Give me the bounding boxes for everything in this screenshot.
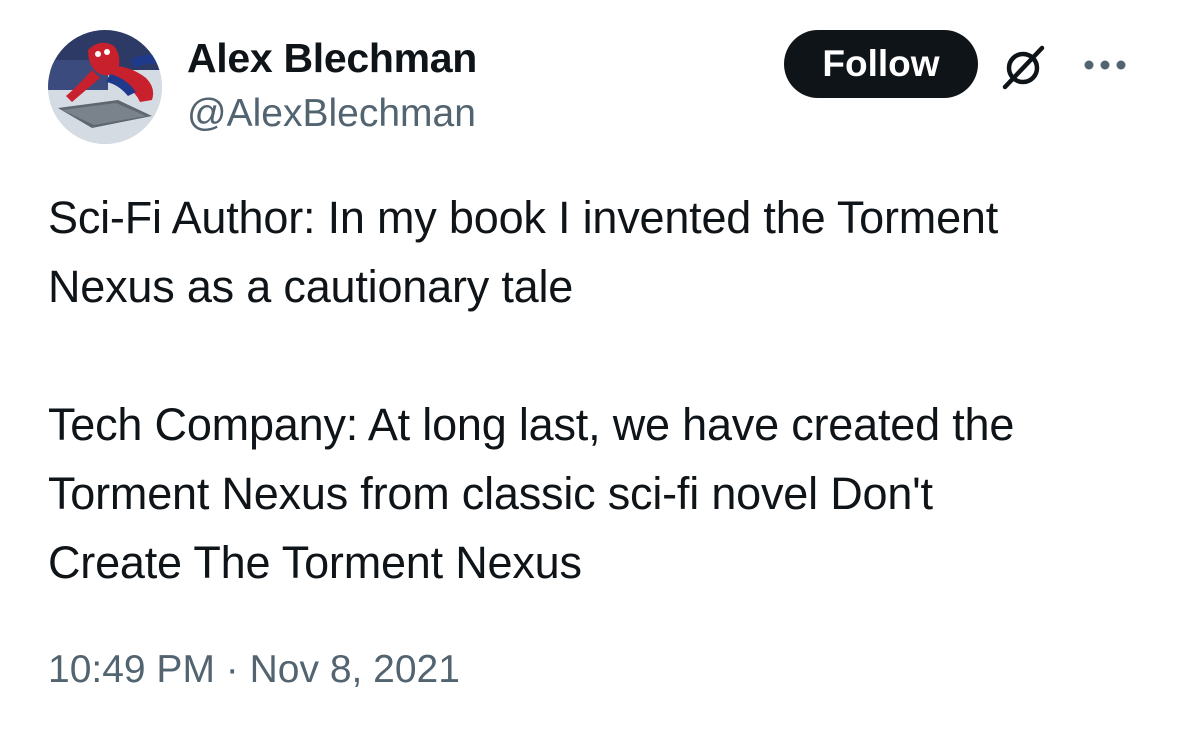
tweet-line: Create The Torment Nexus [48,537,582,588]
tweet-line: Tech Company: At long last, we have crea… [48,399,1015,450]
tweet-paragraph-2: Tech Company: At long last, we have crea… [48,390,1148,597]
meta-separator: · [225,648,239,691]
tweet-paragraph-1: Sci-Fi Author: In my book I invented the… [48,183,1148,321]
tweet-date: Nov 8, 2021 [249,648,460,691]
tweet-line: Torment Nexus from classic sci-fi novel … [48,468,933,519]
author-handle[interactable]: @AlexBlechman [187,91,476,137]
author-name[interactable]: Alex Blechman [187,34,477,82]
tweet-card: Alex Blechman @AlexBlechman Follow Sci-F… [0,0,1179,734]
tweet-line: Nexus as a cautionary tale [48,261,574,312]
tweet-text: Sci-Fi Author: In my book I invented the… [48,183,1148,597]
tweet-time: 10:49 PM [48,648,215,691]
grok-icon[interactable] [998,43,1050,91]
avatar-image [48,30,162,144]
tweet-line: Sci-Fi Author: In my book I invented the… [48,192,999,243]
follow-button[interactable]: Follow [784,30,978,98]
avatar[interactable] [48,30,162,144]
more-icon[interactable] [1082,52,1128,78]
tweet-timestamp[interactable]: 10:49 PM · Nov 8, 2021 [48,645,460,695]
